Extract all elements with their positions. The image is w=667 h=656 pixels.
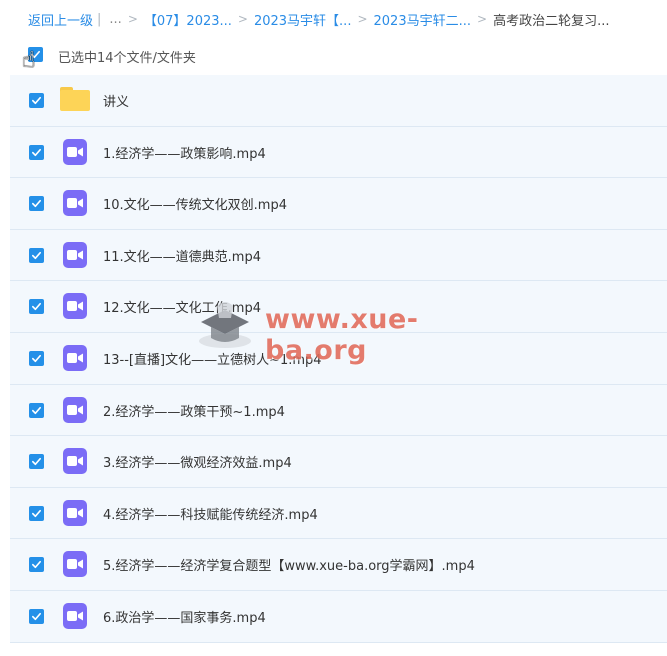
file-row[interactable]: 5.经济学——经济学复合题型【www.xue-ba.org学霸网】.mp4 bbox=[10, 539, 667, 591]
file-row[interactable]: 2.经济学——政策干预~1.mp4 bbox=[10, 385, 667, 437]
file-checkbox[interactable] bbox=[29, 402, 44, 418]
checkmark-icon bbox=[32, 509, 41, 517]
video-file-icon bbox=[60, 448, 88, 475]
video-file-icon bbox=[60, 138, 88, 165]
checkmark-icon bbox=[32, 251, 41, 259]
checkmark-icon bbox=[32, 458, 41, 466]
checkmark-icon bbox=[32, 406, 41, 414]
chevron-right-icon: > bbox=[127, 12, 138, 26]
breadcrumb: 返回上一级 | ... > 【07】2023... > 2023马宇轩【... … bbox=[28, 9, 609, 29]
video-file-icon bbox=[60, 551, 88, 578]
file-checkbox[interactable] bbox=[29, 608, 44, 624]
chevron-right-icon: > bbox=[357, 12, 368, 26]
video-file-icon bbox=[60, 293, 88, 320]
video-file-icon bbox=[60, 602, 88, 629]
selection-count-label: 已选中14个文件/文件夹 bbox=[58, 51, 196, 66]
video-file-icon bbox=[60, 499, 88, 526]
file-row[interactable]: 12.文化——文化工作.mp4 bbox=[10, 281, 667, 333]
file-checkbox[interactable] bbox=[29, 247, 44, 263]
file-row[interactable]: 6.政治学——国家事务.mp4 bbox=[10, 591, 667, 643]
file-name[interactable]: 5.经济学——经济学复合题型【www.xue-ba.org学霸网】.mp4 bbox=[103, 555, 475, 574]
hand-cursor-icon: ☝ bbox=[22, 48, 36, 73]
video-file-icon bbox=[60, 190, 88, 217]
folder-icon bbox=[60, 87, 90, 113]
checkmark-icon bbox=[32, 354, 41, 363]
file-name[interactable]: 4.经济学——科技赋能传统经济.mp4 bbox=[103, 504, 318, 523]
file-name[interactable]: 6.政治学——国家事务.mp4 bbox=[103, 607, 266, 626]
file-checkbox[interactable] bbox=[29, 196, 44, 212]
file-row[interactable]: 4.经济学——科技赋能传统经济.mp4 bbox=[10, 488, 667, 540]
breadcrumb-item-2[interactable]: 2023马宇轩【... bbox=[254, 10, 351, 29]
checkmark-icon bbox=[32, 612, 41, 621]
file-checkbox[interactable] bbox=[29, 557, 44, 573]
back-link[interactable]: 返回上一级 bbox=[28, 10, 93, 29]
file-checkbox[interactable] bbox=[29, 505, 44, 521]
file-name[interactable]: 10.文化——传统文化双创.mp4 bbox=[103, 194, 287, 213]
selection-bar: 已选中14个文件/文件夹 bbox=[0, 38, 667, 74]
file-checkbox[interactable] bbox=[29, 454, 44, 470]
file-name[interactable]: 1.经济学——政策影响.mp4 bbox=[103, 143, 266, 162]
file-name[interactable]: 讲义 bbox=[103, 91, 129, 110]
file-name[interactable]: 11.文化——道德典范.mp4 bbox=[103, 246, 261, 265]
file-checkbox[interactable] bbox=[29, 144, 44, 160]
file-checkbox[interactable] bbox=[29, 299, 44, 315]
chevron-right-icon: > bbox=[477, 12, 488, 26]
file-checkbox[interactable] bbox=[29, 93, 44, 108]
file-checkbox[interactable] bbox=[29, 350, 44, 366]
breadcrumb-item-3[interactable]: 2023马宇轩二... bbox=[374, 10, 471, 29]
checkmark-icon bbox=[32, 96, 41, 105]
breadcrumb-divider: | bbox=[97, 11, 102, 27]
checkmark-icon bbox=[32, 303, 41, 311]
file-list: 讲义 1.经济学——政策影响.mp4 10.文化——传统文化双创.mp4 11.文化—… bbox=[10, 75, 667, 643]
breadcrumb-item-1[interactable]: 【07】2023... bbox=[144, 10, 232, 29]
file-name[interactable]: 13--[直播]文化——立德树人~1.mp4 bbox=[103, 349, 322, 368]
file-row[interactable]: 讲义 bbox=[10, 75, 667, 127]
checkmark-icon bbox=[32, 561, 41, 569]
video-file-icon bbox=[60, 396, 88, 423]
file-name[interactable]: 12.文化——文化工作.mp4 bbox=[103, 297, 261, 316]
file-row[interactable]: 10.文化——传统文化双创.mp4 bbox=[10, 178, 667, 230]
chevron-right-icon: > bbox=[237, 12, 248, 26]
file-row[interactable]: 1.经济学——政策影响.mp4 bbox=[10, 127, 667, 179]
file-name[interactable]: 3.经济学——微观经济效益.mp4 bbox=[103, 452, 292, 471]
video-file-icon bbox=[60, 344, 88, 371]
video-file-icon bbox=[60, 241, 88, 268]
file-row[interactable]: 11.文化——道德典范.mp4 bbox=[10, 230, 667, 282]
breadcrumb-current: 高考政治二轮复习... bbox=[493, 13, 610, 29]
breadcrumb-ellipsis[interactable]: ... bbox=[109, 12, 121, 27]
checkmark-icon bbox=[32, 148, 41, 156]
file-row[interactable]: 13--[直播]文化——立德树人~1.mp4 bbox=[10, 333, 667, 385]
checkmark-icon bbox=[32, 200, 41, 208]
file-name[interactable]: 2.经济学——政策干预~1.mp4 bbox=[103, 401, 285, 420]
file-row[interactable]: 3.经济学——微观经济效益.mp4 bbox=[10, 436, 667, 488]
